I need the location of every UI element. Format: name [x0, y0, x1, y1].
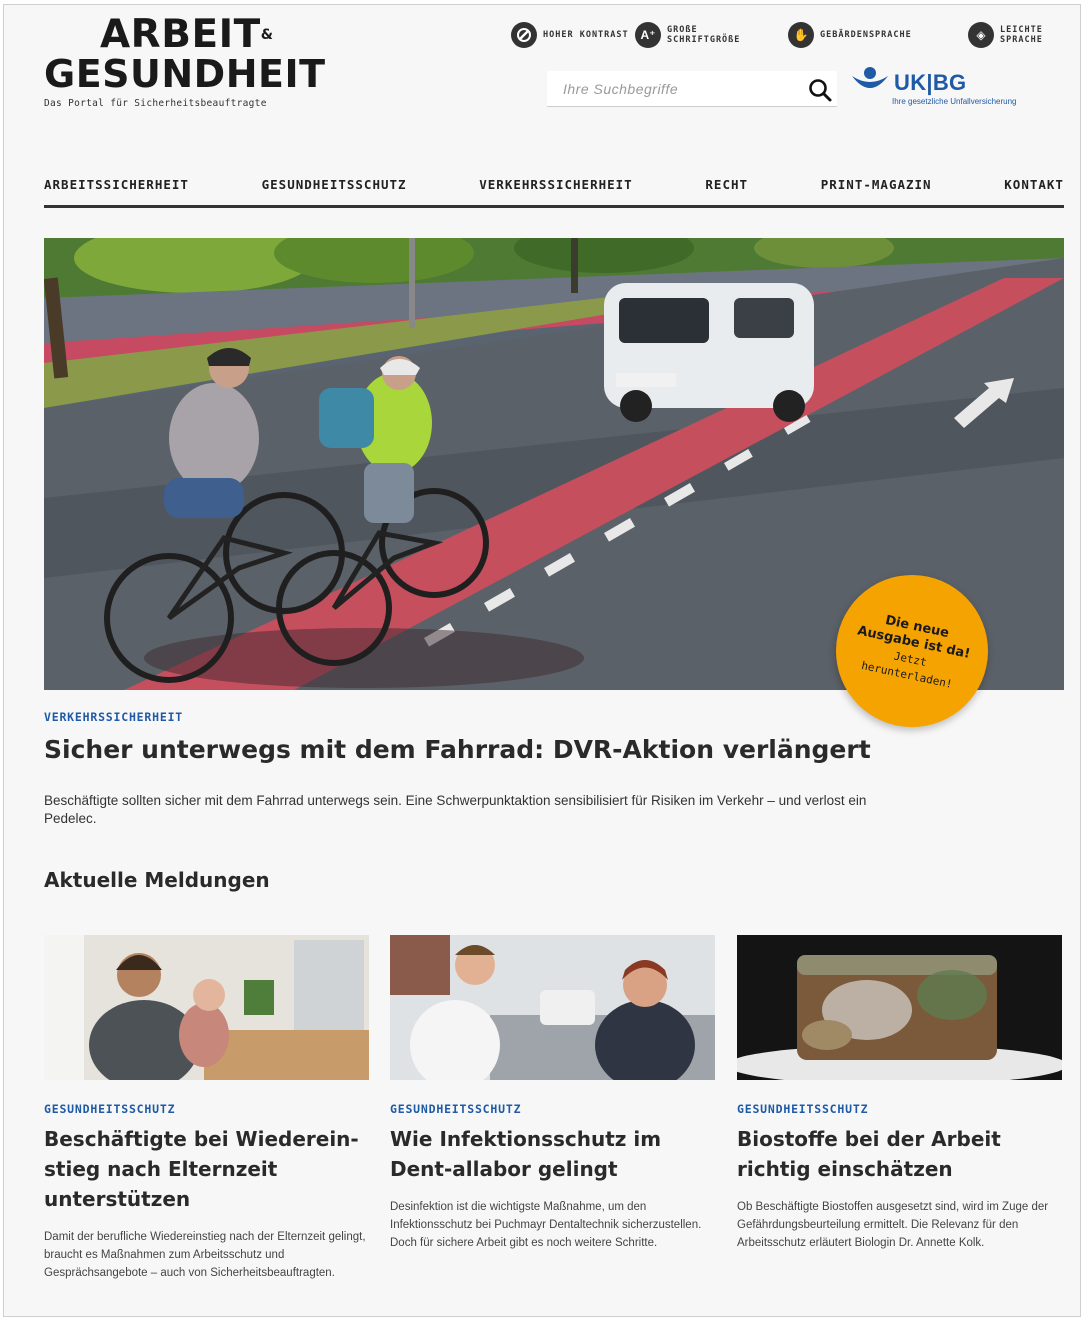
ukbg-emblem-icon — [852, 67, 888, 88]
card-teaser: Ob Beschäftigte Biostoffen ausgesetzt si… — [737, 1201, 1049, 1249]
card-image[interactable] — [44, 935, 369, 1080]
card-category[interactable]: GESUNDHEITSSCHUTZ — [44, 1102, 369, 1116]
ukbg-name: UK|BG — [894, 70, 967, 95]
nav-item-recht[interactable]: RECHT — [705, 170, 748, 205]
card-image[interactable] — [390, 935, 715, 1080]
large-font-label: GROßE SCHRIFTGRÖßE — [667, 25, 741, 45]
card-image[interactable] — [737, 935, 1062, 1080]
news-card: GESUNDHEITSSCHUTZ Wie Infektionsschutz i… — [390, 935, 715, 1252]
nav-item-kontakt[interactable]: KONTAKT — [1004, 170, 1064, 205]
card-title[interactable]: Biostoffe bei der Arbeit richtig einschä… — [737, 1124, 1062, 1184]
easy-language-button[interactable]: ◈ LEICHTE SPRACHE — [968, 22, 1062, 48]
hero-teaser: Beschäftigte sollten sicher mit dem Fahr… — [44, 793, 867, 826]
font-size-icon: A⁺ — [635, 22, 661, 48]
card-teaser: Damit der berufliche Wiedereinstieg nach… — [44, 1231, 366, 1279]
section-heading: Aktuelle Meldungen — [44, 868, 270, 892]
site-logo[interactable]: ARBEIT& GESUNDHEIT Das Portal für Sicher… — [44, 15, 326, 109]
sign-language-icon: ✋ — [788, 22, 814, 48]
easy-language-icon: ◈ — [968, 22, 994, 48]
logo-line2: GESUNDHEIT — [44, 52, 326, 96]
news-card: GESUNDHEITSSCHUTZ Beschäftigte bei Wiede… — [44, 935, 369, 1282]
nav-item-verkehrssicherheit[interactable]: VERKEHRSSICHERHEIT — [479, 170, 632, 205]
nav-item-arbeitssicherheit[interactable]: ARBEITSSICHERHEIT — [44, 170, 189, 205]
search-box — [547, 71, 837, 107]
news-card: GESUNDHEITSSCHUTZ Biostoffe bei der Arbe… — [737, 935, 1062, 1252]
ukbg-tagline: Ihre gesetzliche Unfallversicherung — [892, 97, 1017, 106]
logo-line1: ARBEIT — [100, 12, 261, 57]
logo-subtitle: Das Portal für Sicherheitsbeauftragte — [44, 98, 267, 109]
ukbg-logo[interactable]: UK|BG Ihre gesetzliche Unfallversicherun… — [850, 66, 1066, 110]
high-contrast-label: HOHER KONTRAST — [543, 30, 629, 40]
logo-ampersand: & — [260, 27, 274, 43]
card-teaser: Desinfektion ist die wichtigste Maßnahme… — [390, 1201, 702, 1249]
high-contrast-button[interactable]: HOHER KONTRAST — [511, 22, 629, 48]
card-title[interactable]: Beschäftigte bei Wiederein-stieg nach El… — [44, 1124, 369, 1214]
hero-headline[interactable]: Sicher unterwegs mit dem Fahrrad: DVR-Ak… — [44, 735, 871, 764]
search-input[interactable] — [547, 71, 787, 107]
sign-language-button[interactable]: ✋ GEBÄRDENSPRACHE — [788, 22, 912, 48]
contrast-icon — [511, 22, 537, 48]
hero-category[interactable]: VERKEHRSSICHERHEIT — [44, 710, 183, 724]
card-category[interactable]: GESUNDHEITSSCHUTZ — [737, 1102, 1062, 1116]
main-navigation: ARBEITSSICHERHEIT GESUNDHEITSSCHUTZ VERK… — [44, 170, 1064, 208]
card-title[interactable]: Wie Infektionsschutz im Dent-allabor gel… — [390, 1124, 715, 1184]
large-font-button[interactable]: A⁺ GROßE SCHRIFTGRÖßE — [635, 22, 762, 48]
easy-language-label: LEICHTE SPRACHE — [1000, 25, 1043, 45]
nav-item-print-magazin[interactable]: PRINT-MAGAZIN — [821, 170, 932, 205]
search-icon[interactable] — [807, 77, 833, 103]
card-category[interactable]: GESUNDHEITSSCHUTZ — [390, 1102, 715, 1116]
sign-language-label: GEBÄRDENSPRACHE — [820, 30, 912, 40]
nav-item-gesundheitsschutz[interactable]: GESUNDHEITSSCHUTZ — [262, 170, 407, 205]
